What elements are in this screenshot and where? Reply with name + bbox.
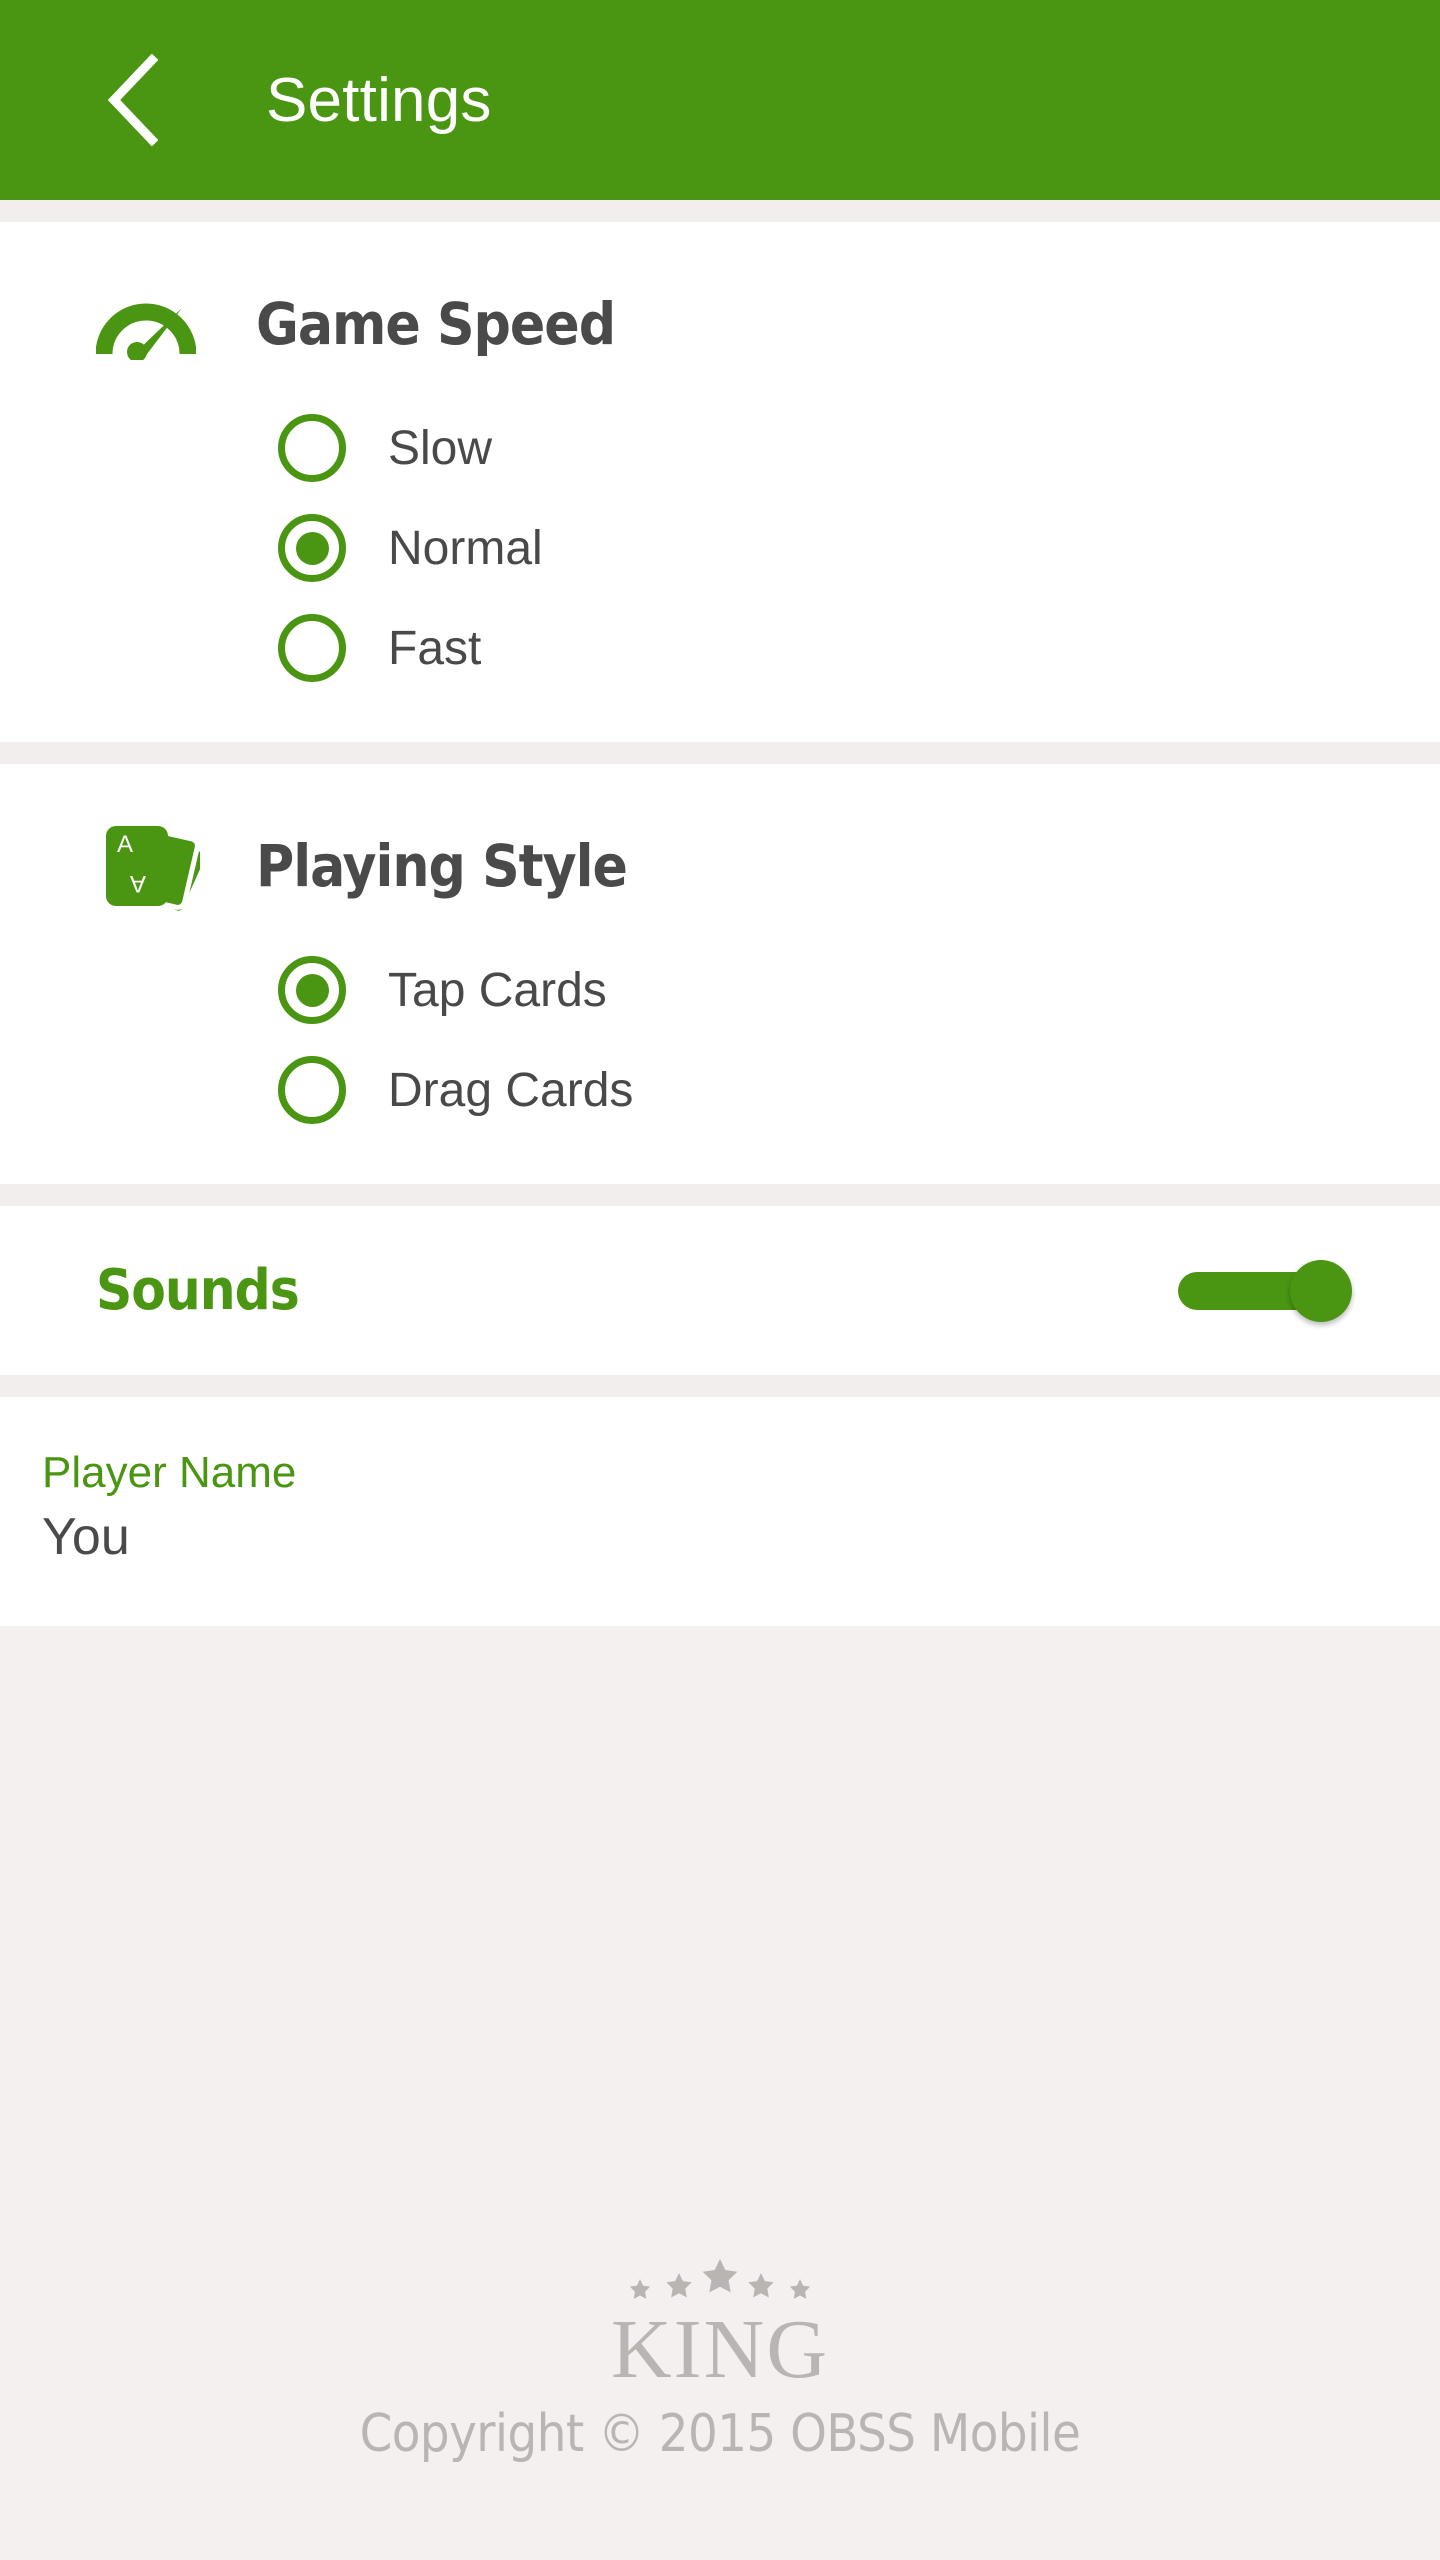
- playing-style-title: Playing Style: [256, 832, 628, 900]
- sounds-section: Sounds: [0, 1206, 1440, 1375]
- toggle-thumb: [1290, 1259, 1352, 1322]
- sounds-row[interactable]: Sounds: [0, 1206, 1440, 1375]
- radio-row-drag-cards[interactable]: Drag Cards: [0, 1040, 1440, 1140]
- radio-label-normal: Normal: [388, 521, 543, 575]
- player-name-section: Player Name You: [0, 1397, 1440, 1627]
- game-speed-header: Game Speed: [0, 222, 1440, 398]
- section-divider-top: [0, 200, 1440, 222]
- copyright-text: Copyright © 2015 OBSS Mobile: [359, 2404, 1081, 2464]
- radio-icon-fast: [278, 614, 346, 682]
- game-speed-title: Game Speed: [256, 290, 616, 358]
- playing-style-section: A A Playing Style Tap Cards Drag Cards: [0, 764, 1440, 1184]
- radio-label-drag-cards: Drag Cards: [388, 1063, 634, 1117]
- settings-screen: Settings Game Speed Slow Normal Fast A A…: [0, 0, 1440, 2560]
- playing-style-header: A A Playing Style: [0, 764, 1440, 940]
- game-speed-options: Slow Normal Fast: [0, 398, 1440, 742]
- radio-icon-tap-cards: [278, 956, 346, 1024]
- section-divider-sounds: [0, 1184, 1440, 1206]
- radio-label-fast: Fast: [388, 621, 482, 675]
- back-button[interactable]: [88, 54, 178, 146]
- game-speed-section: Game Speed Slow Normal Fast: [0, 222, 1440, 742]
- radio-icon-normal: [278, 514, 346, 582]
- player-name-input[interactable]: You: [42, 1506, 1344, 1568]
- chevron-left-icon: [102, 54, 164, 146]
- radio-row-fast[interactable]: Fast: [0, 598, 1440, 698]
- radio-row-tap-cards[interactable]: Tap Cards: [0, 940, 1440, 1040]
- radio-row-slow[interactable]: Slow: [0, 398, 1440, 498]
- footer: KING Copyright © 2015 OBSS Mobile: [0, 2253, 1440, 2464]
- svg-text:A: A: [130, 870, 146, 897]
- app-bar: Settings: [0, 0, 1440, 200]
- radio-row-normal[interactable]: Normal: [0, 498, 1440, 598]
- radio-icon-drag-cards: [278, 1056, 346, 1124]
- playing-style-options: Tap Cards Drag Cards: [0, 940, 1440, 1184]
- player-name-label: Player Name: [42, 1448, 297, 1497]
- section-divider-player-name: [0, 1375, 1440, 1397]
- sounds-label: Sounds: [96, 1258, 300, 1323]
- svg-text:A: A: [117, 831, 133, 858]
- sounds-toggle[interactable]: [1178, 1259, 1352, 1322]
- playing-cards-icon: A A: [96, 820, 204, 916]
- king-logo-text: KING: [611, 2303, 829, 2396]
- radio-icon-slow: [278, 414, 346, 482]
- radio-label-tap-cards: Tap Cards: [388, 963, 607, 1017]
- player-name-field[interactable]: Player Name You: [0, 1397, 1440, 1626]
- section-divider-playing-style: [0, 742, 1440, 764]
- page-title: Settings: [266, 65, 492, 135]
- radio-label-slow: Slow: [388, 421, 493, 475]
- speedometer-icon: [96, 278, 204, 370]
